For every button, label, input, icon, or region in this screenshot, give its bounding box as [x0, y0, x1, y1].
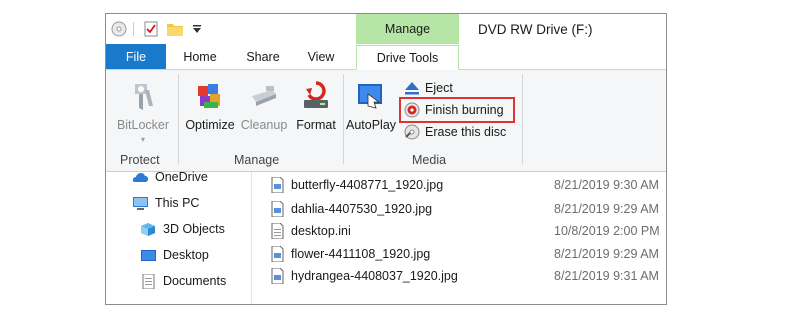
cube-icon: [141, 222, 155, 236]
media-group-label: Media: [412, 153, 447, 167]
documents-icon: [142, 273, 155, 289]
ribbon: BitLocker ▾ Protect Optimize Cleanup For…: [106, 70, 666, 172]
file-row[interactable]: dahlia-4407530_1920.jpg 8/21/2019 9:29 A…: [271, 198, 666, 220]
bitlocker-icon: [135, 84, 153, 110]
file-row[interactable]: butterfly-4408771_1920.jpg 8/21/2019 9:3…: [271, 174, 666, 196]
autoplay-button[interactable]: AutoPlay: [346, 80, 396, 132]
desktop-icon: [141, 249, 156, 261]
file-date: 8/21/2019 9:29 AM: [554, 202, 659, 216]
nav-item-label: This PC: [155, 196, 200, 210]
nav-item-label: Documents: [163, 274, 227, 288]
cleanup-label: Cleanup: [240, 118, 288, 132]
tab-view[interactable]: View: [296, 44, 346, 69]
file-name: hydrangea-4408037_1920.jpg: [291, 269, 458, 283]
onedrive-icon: [132, 172, 148, 182]
autoplay-label: AutoPlay: [345, 118, 397, 132]
nav-item-3d-objects[interactable]: 3D Objects: [140, 218, 225, 240]
file-row[interactable]: desktop.ini 10/8/2019 2:00 PM: [271, 220, 666, 242]
manage-group-label: Manage: [234, 153, 280, 167]
customize-quick-access-icon[interactable]: [190, 20, 204, 38]
new-folder-icon[interactable]: [166, 20, 184, 38]
protect-group-label: Protect: [120, 153, 160, 167]
bitlocker-label: BitLocker: [116, 118, 170, 132]
file-name: dahlia-4407530_1920.jpg: [291, 202, 433, 216]
tab-file[interactable]: File: [106, 44, 166, 69]
nav-item-onedrive[interactable]: OneDrive: [132, 166, 208, 188]
group-divider: [522, 74, 523, 164]
optimize-icon: [198, 84, 220, 108]
file-row[interactable]: flower-4411108_1920.jpg 8/21/2019 9:29 A…: [271, 243, 666, 265]
properties-icon[interactable]: [142, 20, 160, 38]
nav-item-label: Desktop: [163, 248, 209, 262]
navigation-pane: OneDrive This PC 3D Objects Desktop Docu…: [106, 170, 251, 304]
group-divider: [178, 74, 179, 164]
manage-context-label: Manage: [356, 14, 459, 44]
format-label: Format: [296, 118, 336, 132]
computer-icon: [133, 196, 148, 210]
erase-disc-icon: [404, 124, 420, 140]
format-icon: [304, 81, 328, 108]
ribbon-tab-row: File Home Share View Drive Tools: [106, 44, 666, 70]
image-file-icon: [271, 268, 284, 284]
image-file-icon: [271, 246, 284, 262]
nav-item-label: 3D Objects: [163, 222, 225, 236]
file-explorer-window: Manage DVD RW Drive (F:) File Home Share…: [105, 13, 667, 305]
image-file-icon: [271, 201, 284, 217]
eject-button[interactable]: Eject: [404, 78, 453, 98]
nav-item-documents[interactable]: Documents: [140, 270, 226, 292]
cleanup-button[interactable]: Cleanup: [236, 80, 292, 132]
title-bar: Manage DVD RW Drive (F:): [106, 14, 666, 44]
tab-drive-tools[interactable]: Drive Tools: [356, 45, 459, 70]
nav-item-this-pc[interactable]: This PC: [132, 192, 199, 214]
file-date: 8/21/2019 9:29 AM: [554, 247, 659, 261]
nav-item-desktop[interactable]: Desktop: [140, 244, 209, 266]
format-button[interactable]: Format: [290, 80, 342, 132]
tab-home[interactable]: Home: [172, 44, 228, 69]
file-date: 8/21/2019 9:30 AM: [554, 178, 659, 192]
group-divider: [343, 74, 344, 164]
window-title: DVD RW Drive (F:): [478, 22, 593, 37]
optimize-label: Optimize: [185, 118, 235, 132]
image-file-icon: [271, 177, 284, 193]
cleanup-icon: [252, 86, 276, 106]
optimize-button[interactable]: Optimize: [182, 80, 238, 132]
highlight-box: [399, 97, 515, 123]
file-name: butterfly-4408771_1920.jpg: [291, 178, 444, 192]
file-name: desktop.ini: [291, 224, 351, 238]
eject-label: Eject: [425, 81, 453, 95]
nav-item-label: OneDrive: [155, 170, 208, 184]
file-date: 8/21/2019 9:31 AM: [554, 269, 659, 283]
pane-divider[interactable]: [251, 172, 252, 304]
file-name: flower-4411108_1920.jpg: [291, 247, 431, 261]
drive-icon[interactable]: [110, 20, 128, 38]
bitlocker-dropdown-icon[interactable]: ▾: [141, 136, 145, 144]
eject-icon: [405, 82, 419, 95]
file-date: 10/8/2019 2:00 PM: [554, 224, 660, 238]
tab-share[interactable]: Share: [234, 44, 292, 69]
file-row[interactable]: hydrangea-4408037_1920.jpg 8/21/2019 9:3…: [271, 265, 666, 287]
bitlocker-button[interactable]: BitLocker ▾: [114, 80, 172, 144]
erase-disc-label: Erase this disc: [425, 125, 507, 139]
autoplay-icon: [358, 84, 382, 109]
erase-disc-button[interactable]: Erase this disc: [404, 122, 506, 142]
settings-file-icon: [271, 223, 284, 239]
